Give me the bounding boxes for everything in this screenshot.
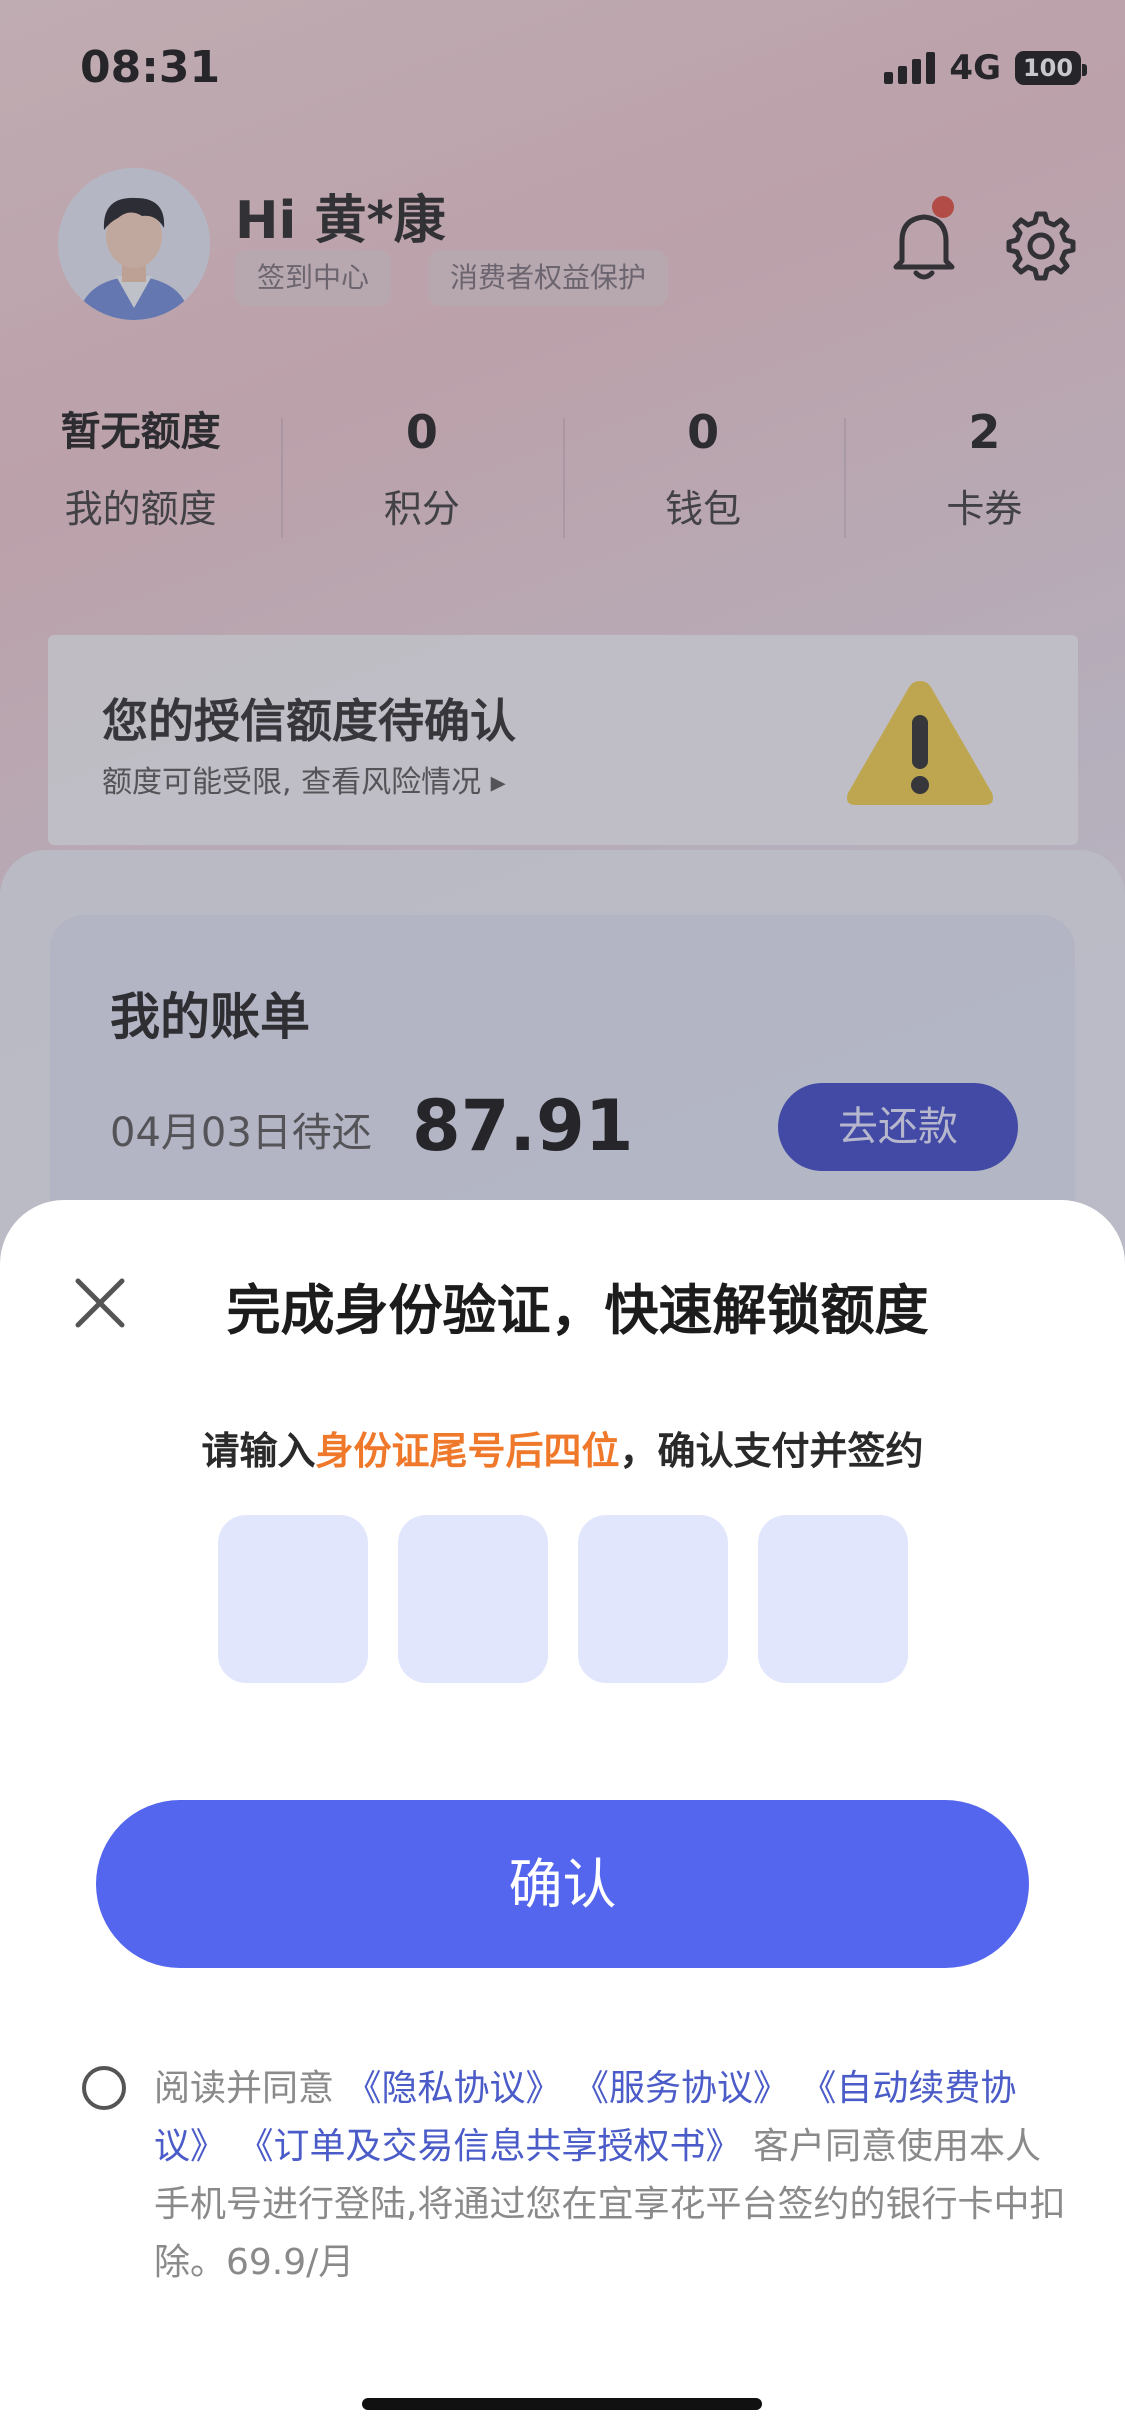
code-digit-3[interactable] (578, 1515, 728, 1683)
service-agreement-link[interactable]: 《服务协议》 (573, 2068, 789, 2109)
id-prompt: 请输入身份证尾号后四位，确认支付并签约 (0, 1420, 1125, 1475)
info-sharing-authorization-link[interactable]: 《订单及交易信息共享授权书》 (237, 2126, 741, 2167)
prompt-prefix: 请输入 (201, 1429, 316, 1473)
prompt-suffix: ，确认支付并签约 (619, 1429, 924, 1473)
home-indicator[interactable] (362, 2398, 762, 2410)
prompt-highlight: 身份证尾号后四位 (315, 1429, 620, 1473)
id-code-input[interactable] (218, 1515, 908, 1683)
sheet-title: 完成身份验证，快速解锁额度 (226, 1279, 929, 1342)
code-digit-2[interactable] (398, 1515, 548, 1683)
verification-sheet: 完成身份验证，快速解锁额度 请输入身份证尾号后四位，确认支付并签约 确认 阅读并… (0, 1200, 1125, 2436)
agreement-radio[interactable] (82, 2066, 126, 2110)
agreement-prefix: 阅读并同意 (154, 2068, 335, 2109)
code-digit-1[interactable] (218, 1515, 368, 1683)
code-digit-4[interactable] (758, 1515, 908, 1683)
privacy-agreement-link[interactable]: 《隐私协议》 (345, 2068, 561, 2109)
agreement-text: 阅读并同意 《隐私协议》 《服务协议》 《自动续费协议》 《订单及交易信息共享授… (154, 2060, 1074, 2292)
confirm-button[interactable]: 确认 (96, 1800, 1029, 1968)
